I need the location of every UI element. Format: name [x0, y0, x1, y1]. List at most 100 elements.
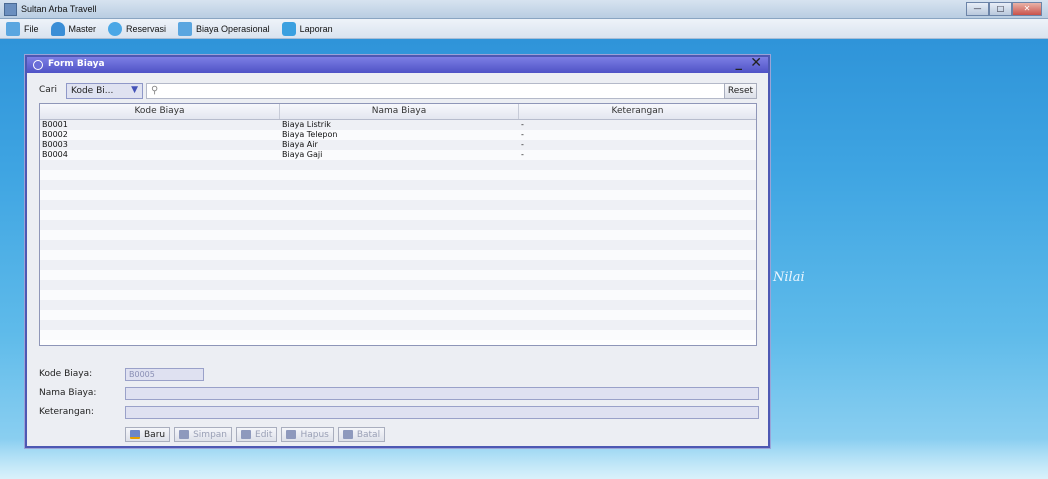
table-cell: B0003	[42, 140, 68, 149]
menu-master[interactable]: Master	[50, 21, 97, 36]
kode-biaya-label: Kode Biaya:	[39, 369, 93, 379]
kode-biaya-field[interactable]: B0005	[125, 368, 204, 381]
keterangan-label: Keterangan:	[39, 407, 94, 417]
people-icon	[50, 21, 65, 36]
table-cell: -	[521, 120, 524, 129]
action-buttons: Baru Simpan Edit Hapus Batal	[125, 427, 389, 442]
table-row[interactable]	[40, 270, 756, 280]
edit-label: Edit	[255, 429, 273, 440]
table-row[interactable]: B0004 Biaya Gaji -	[40, 150, 756, 160]
table-row[interactable]	[40, 210, 756, 220]
app-title: Sultan Arba Travell	[21, 4, 97, 14]
form-title-bar[interactable]: Form Biaya _ ✕	[27, 55, 768, 73]
hapus-button[interactable]: Hapus	[281, 427, 334, 442]
document-icon	[178, 21, 193, 36]
table-row[interactable]	[40, 180, 756, 190]
menu-master-label: Master	[68, 23, 97, 34]
app-title-bar: Sultan Arba Travell — □ ✕	[0, 0, 1048, 19]
table-cell: Biaya Gaji	[282, 150, 323, 159]
search-label: Cari	[39, 85, 57, 95]
edit-button[interactable]: Edit	[236, 427, 278, 442]
hapus-label: Hapus	[300, 429, 329, 440]
simpan-button[interactable]: Simpan	[174, 427, 233, 442]
table-row[interactable]	[40, 190, 756, 200]
table-cell: B0001	[42, 120, 68, 129]
table-row[interactable]	[40, 280, 756, 290]
column-header-kode[interactable]: Kode Biaya	[40, 104, 280, 119]
table-cell: Biaya Listrik	[282, 120, 331, 129]
maximize-button[interactable]: □	[989, 2, 1012, 16]
table-row[interactable]	[40, 240, 756, 250]
table-cell: Biaya Air	[282, 140, 318, 149]
close-button[interactable]: ✕	[1012, 2, 1042, 16]
menu-file[interactable]: File	[6, 21, 39, 36]
table-row[interactable]	[40, 160, 756, 170]
table-row[interactable]	[40, 310, 756, 320]
new-icon	[130, 430, 140, 439]
table-row[interactable]	[40, 330, 756, 340]
cancel-icon	[342, 430, 353, 439]
table-body: B0001 Biaya Listrik - B0002 Biaya Telepon - B0…	[40, 120, 756, 340]
minimize-icon[interactable]: _	[736, 56, 743, 71]
table-row[interactable]	[40, 200, 756, 210]
search-input[interactable]: ⚲	[146, 83, 725, 99]
table-header: Kode Biaya Nama Biaya Keterangan	[40, 104, 756, 120]
close-icon[interactable]: ✕	[750, 55, 762, 71]
table-cell: Biaya Telepon	[282, 130, 338, 139]
table-row[interactable]	[40, 260, 756, 270]
table-cell: -	[521, 130, 524, 139]
form-title: Form Biaya	[48, 59, 105, 69]
search-icon: ⚲	[151, 85, 159, 96]
column-header-nama[interactable]: Nama Biaya	[280, 104, 519, 119]
chevron-down-icon: ▼	[131, 85, 138, 95]
keterangan-field[interactable]	[125, 406, 759, 419]
window-controls: — □ ✕	[966, 2, 1042, 16]
nama-biaya-field[interactable]	[125, 387, 759, 400]
search-field-select[interactable]: Kode Bi... ▼	[66, 83, 143, 99]
report-icon	[281, 21, 296, 36]
table-row[interactable]	[40, 320, 756, 330]
menu-biaya-operasional-label: Biaya Operasional	[196, 23, 270, 34]
form-biaya-window: Form Biaya _ ✕ Cari Kode Bi... ▼ ⚲ Reset…	[25, 55, 770, 448]
kode-biaya-value: B0005	[129, 370, 155, 379]
menu-bar: File Master Reservasi Biaya Operasional …	[0, 19, 1048, 39]
menu-biaya-operasional[interactable]: Biaya Operasional	[178, 21, 270, 36]
table-row[interactable]	[40, 290, 756, 300]
search-field-selected: Kode Bi...	[71, 86, 114, 96]
table-cell: B0004	[42, 150, 68, 159]
file-icon	[6, 21, 20, 36]
menu-reservasi[interactable]: Reservasi	[108, 21, 167, 36]
table-row[interactable]: B0002 Biaya Telepon -	[40, 130, 756, 140]
column-header-keterangan[interactable]: Keterangan	[519, 104, 756, 119]
reset-button[interactable]: Reset	[724, 83, 757, 99]
baru-label: Baru	[144, 429, 166, 440]
menu-laporan-label: Laporan	[299, 23, 333, 34]
table-cell: -	[521, 140, 524, 149]
table-row[interactable]	[40, 170, 756, 180]
table-row[interactable]	[40, 220, 756, 230]
menu-reservasi-label: Reservasi	[126, 23, 167, 34]
table-row[interactable]	[40, 230, 756, 240]
search-bar: Cari Kode Bi... ▼ ⚲ Reset	[39, 83, 757, 99]
menu-file-label: File	[24, 23, 39, 34]
app-icon	[4, 3, 17, 16]
batal-button[interactable]: Batal	[337, 427, 386, 442]
nama-biaya-label: Nama Biaya:	[39, 388, 97, 398]
minimize-button[interactable]: —	[966, 2, 989, 16]
save-icon	[179, 430, 190, 439]
table-row[interactable]: B0001 Biaya Listrik -	[40, 120, 756, 130]
table-row[interactable]	[40, 300, 756, 310]
baru-button[interactable]: Baru	[125, 427, 171, 442]
delete-icon	[286, 430, 297, 439]
batal-label: Batal	[356, 429, 381, 440]
table-row[interactable]	[40, 250, 756, 260]
frame-icon	[33, 60, 43, 70]
simpan-label: Simpan	[193, 429, 228, 440]
edit-icon	[241, 430, 252, 439]
biaya-table[interactable]: Kode Biaya Nama Biaya Keterangan B0001 Bi…	[39, 103, 757, 346]
table-cell: -	[521, 150, 524, 159]
table-row[interactable]: B0003 Biaya Air -	[40, 140, 756, 150]
menu-laporan[interactable]: Laporan	[281, 21, 333, 36]
background-watermark: Nilai	[773, 270, 805, 285]
reservation-icon	[108, 21, 123, 36]
